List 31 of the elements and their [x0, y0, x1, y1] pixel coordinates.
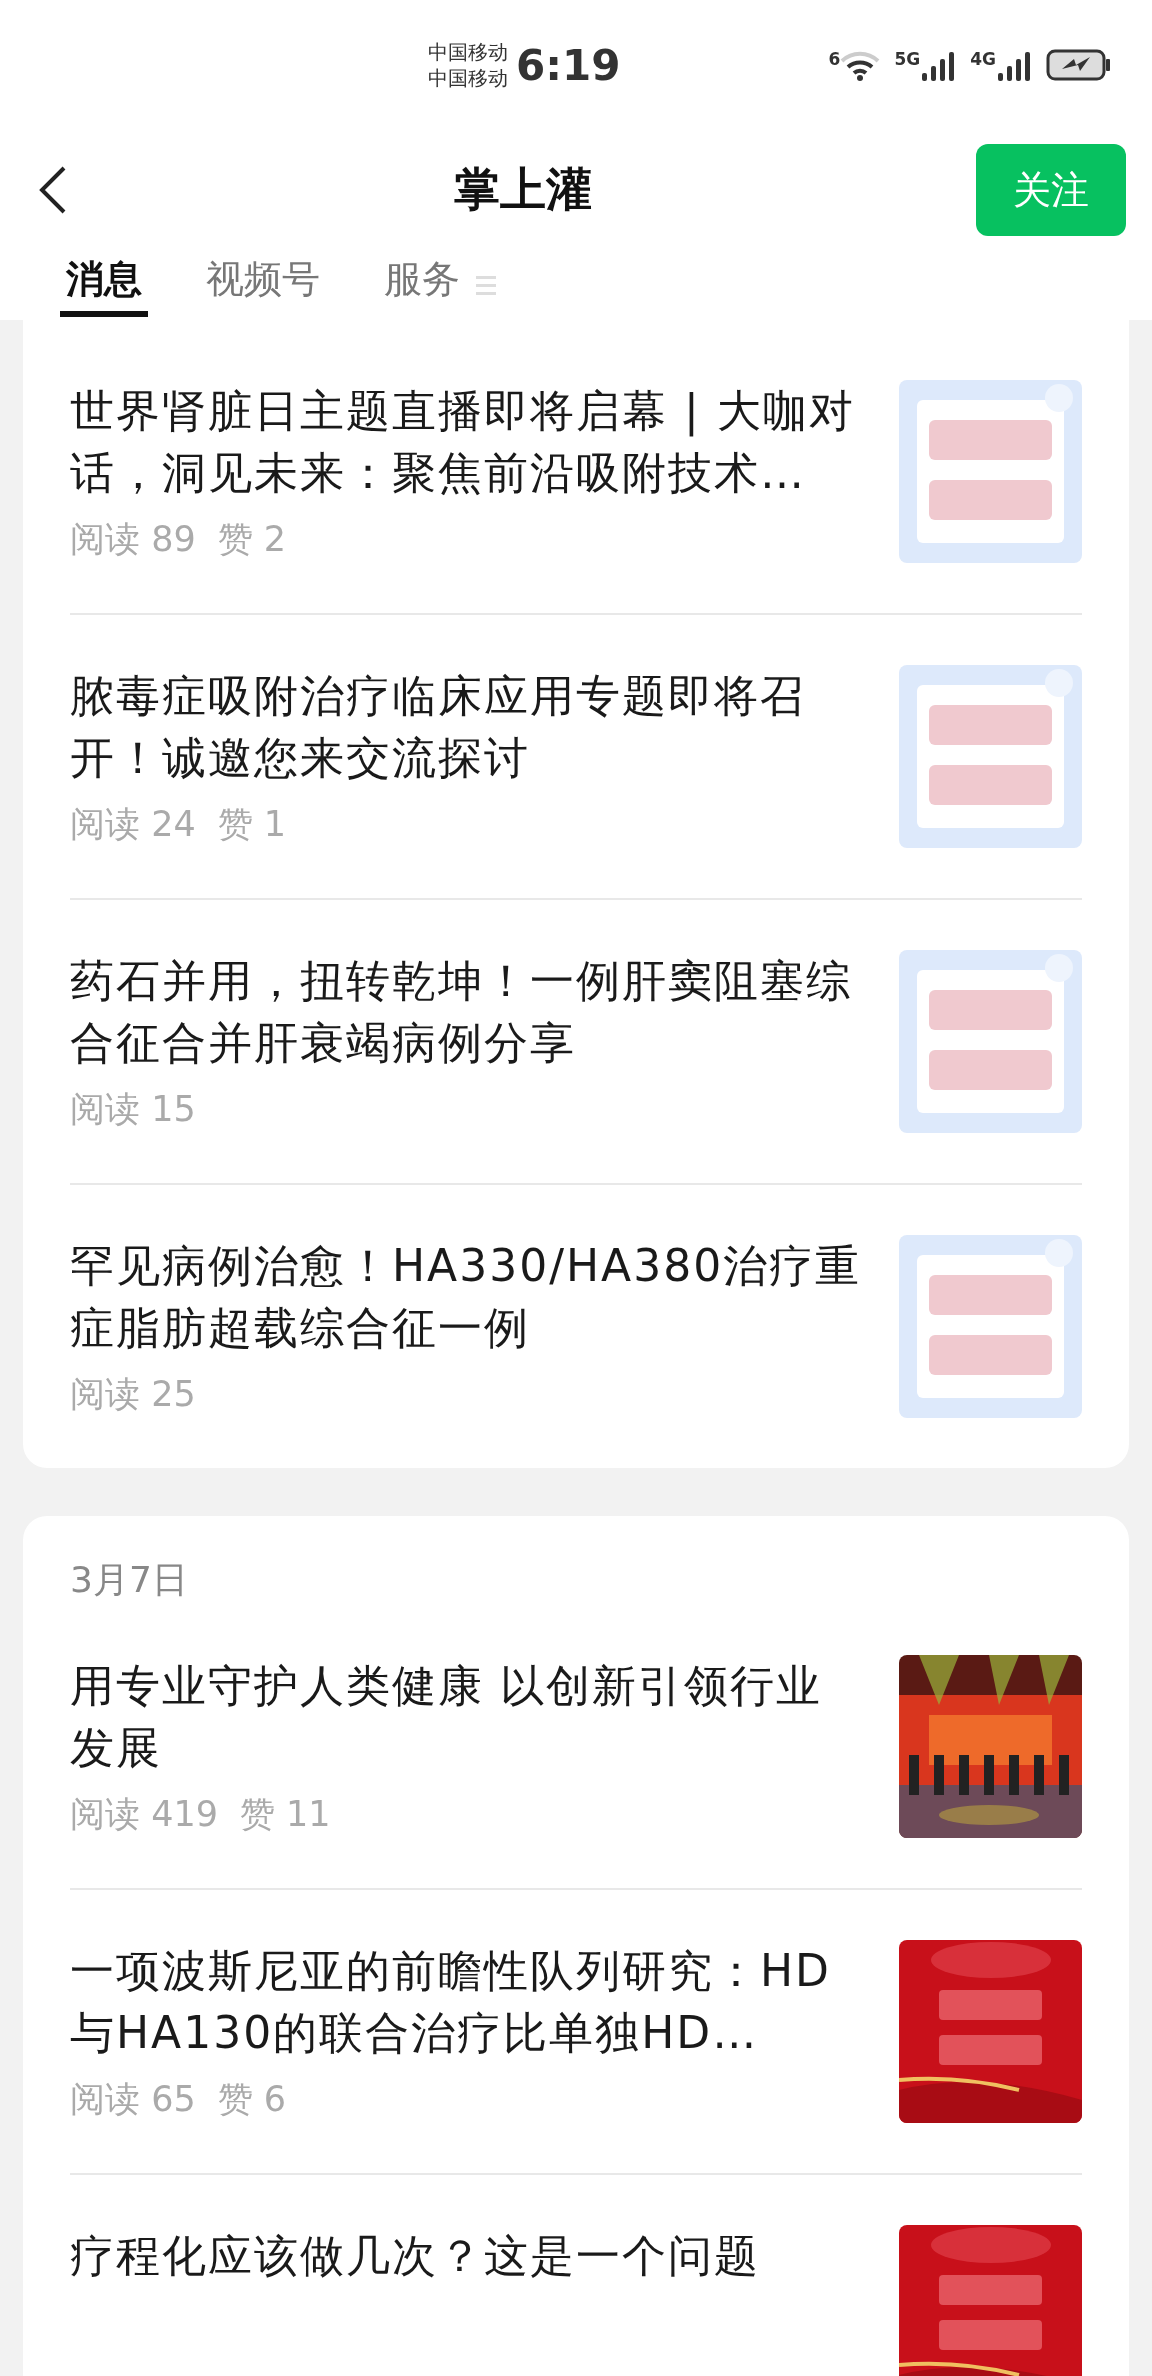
battery-icon [1046, 49, 1112, 81]
status-time: 6:19 [516, 40, 621, 90]
read-count: 阅读 15 [70, 1088, 196, 1131]
article-title[interactable]: 药石并用，扭转乾坤！一例肝窦阻塞综合征合并肝衰竭病例分享 [70, 950, 867, 1074]
like-count: 赞 11 [239, 1793, 331, 1836]
article-title[interactable]: 脓毒症吸附治疗临床应用专题即将召开！诚邀您来交流探讨 [70, 665, 867, 789]
read-count: 阅读 65 [70, 2078, 196, 2121]
carrier-name: 中国移动 [428, 65, 509, 91]
article-title[interactable]: 世界肾脏日主题直播即将启幕 | 大咖对话，洞见未来：聚焦前沿吸附技术… [70, 380, 867, 504]
read-count: 阅读 24 [70, 803, 196, 846]
carrier-name: 中国移动 [428, 39, 509, 65]
tab[interactable]: 服务 [378, 253, 466, 317]
like-count: 赞 1 [217, 803, 287, 846]
like-count: 赞 2 [217, 518, 287, 561]
network-label: 4G [970, 49, 996, 69]
network-label: 5G [894, 49, 921, 69]
article-title[interactable]: 罕见病例治愈！HA330/HA380治疗重症脂肪超载综合征一例 [70, 1235, 867, 1359]
read-count: 阅读 419 [70, 1793, 218, 1836]
account-title: 掌上灌 [453, 161, 593, 218]
read-count: 阅读 25 [70, 1373, 196, 1416]
signal-icon [998, 49, 1032, 81]
signal-icon [922, 49, 957, 81]
article-title[interactable]: 一项波斯尼亚的前瞻性队列研究：HD与HA130的联合治疗比单独HD… [70, 1940, 867, 2064]
wifi-icon [840, 49, 881, 81]
article-title[interactable]: 用专业守护人类健康 以创新引领行业发展 [70, 1655, 867, 1779]
article-title[interactable]: 疗程化应该做几次？这是一个问题 [70, 2225, 867, 2287]
read-count: 阅读 89 [70, 518, 196, 561]
like-count: 赞 6 [217, 2078, 287, 2121]
date-label: 3月7日 [70, 1558, 189, 1602]
wifi-label: 6 [828, 49, 841, 69]
tab[interactable]: 视频号 [200, 253, 326, 317]
